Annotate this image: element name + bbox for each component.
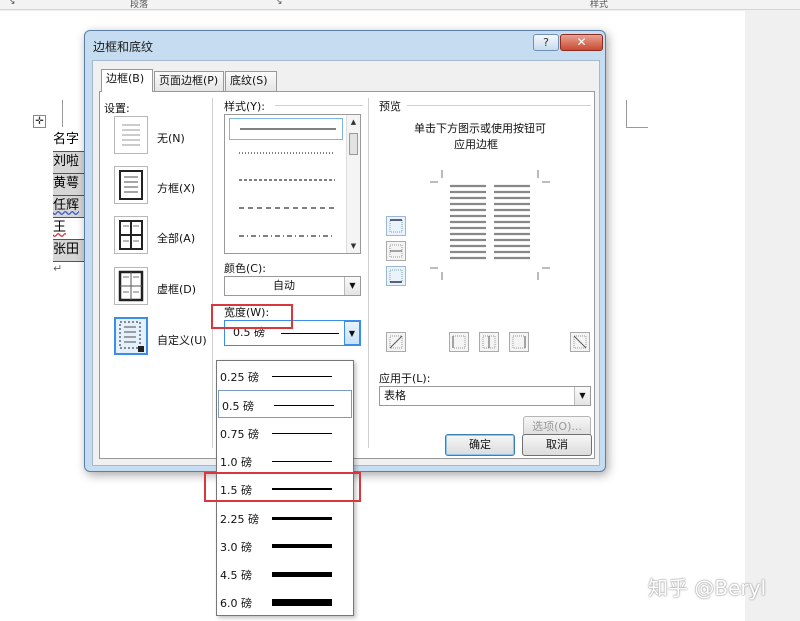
- line-style-dashed-fine[interactable]: [229, 170, 343, 192]
- width-option-line: [272, 516, 332, 520]
- dialog-title: 边框和底纹: [93, 40, 154, 54]
- paragraph-mark: ↵: [53, 262, 63, 275]
- bottom-border-icon[interactable]: [386, 266, 406, 286]
- tab-page-border[interactable]: 页面边框(P): [154, 71, 224, 91]
- table-move-handle-icon[interactable]: ✛: [33, 115, 46, 128]
- setting-grid-label[interactable]: 虚框(D): [157, 281, 196, 297]
- line-style-solid[interactable]: [229, 118, 343, 140]
- width-label-highlight: [211, 304, 293, 329]
- preview-label: 预览: [379, 100, 401, 113]
- tab-label: 底纹(S): [230, 74, 268, 87]
- chevron-down-icon[interactable]: ▼: [344, 321, 360, 345]
- border-preview-canvas[interactable]: [430, 170, 550, 280]
- diagonal-up-border-icon[interactable]: [386, 332, 406, 352]
- selected-width-highlight: [204, 472, 361, 502]
- width-option-label: 2.25 磅: [220, 512, 259, 526]
- border-grid-icon[interactable]: [114, 267, 148, 305]
- cancel-button[interactable]: 取消: [522, 434, 592, 456]
- right-border-icon[interactable]: [509, 332, 529, 352]
- width-option[interactable]: 1.0 磅: [217, 447, 353, 475]
- margin-corner-mark: [626, 100, 627, 127]
- line-style-dotted[interactable]: [229, 143, 343, 165]
- ribbon-group-bar: ↘ 段落 ↘ 样式: [0, 0, 800, 10]
- width-option-line: [274, 405, 334, 407]
- apply-to-value: 表格: [384, 389, 406, 402]
- ribbon-group-paragraph: 段落: [130, 0, 149, 10]
- top-border-icon[interactable]: [386, 216, 406, 236]
- margin-corner-mark: [62, 100, 63, 127]
- left-border-icon[interactable]: [449, 332, 469, 352]
- column-divider: [212, 98, 213, 448]
- width-option-label: 0.5 磅: [222, 400, 254, 414]
- width-option-line: [272, 572, 332, 578]
- column-divider: [368, 98, 369, 448]
- border-custom-icon[interactable]: [114, 317, 148, 355]
- style-rule: [275, 105, 363, 106]
- tab-label: 边框(B): [106, 72, 145, 85]
- tab-shading[interactable]: 底纹(S): [225, 71, 277, 91]
- width-option[interactable]: 0.75 磅: [217, 419, 353, 447]
- width-option-line: [272, 543, 332, 548]
- width-option-line: [272, 376, 332, 377]
- chevron-down-icon[interactable]: ▼: [574, 387, 590, 405]
- width-option-label: 0.25 磅: [220, 371, 259, 384]
- width-option[interactable]: 0.5 磅: [218, 390, 352, 419]
- tab-label: 页面边框(P): [159, 74, 219, 87]
- color-label: 颜色(C):: [224, 262, 266, 275]
- width-option-label: 6.0 磅: [220, 597, 252, 611]
- line-style-dash-dot[interactable]: [229, 226, 343, 248]
- screenshot-root: ↘ 段落 ↘ 样式 ✛ 名字 刘啦 黄萼 任辉 王 张田 ↵ 边框和底纹 ? ✕…: [0, 0, 800, 621]
- setting-custom-label[interactable]: 自定义(U): [157, 332, 207, 348]
- style-list-scrollbar[interactable]: ▲ ▼: [346, 115, 360, 253]
- border-all-icon[interactable]: [114, 216, 148, 254]
- preview-rule: [407, 105, 591, 106]
- width-option-label: 0.75 磅: [220, 427, 259, 441]
- width-option[interactable]: 3.0 磅: [217, 532, 353, 560]
- line-style-dashed[interactable]: [229, 198, 343, 220]
- margin-corner-mark: [626, 127, 648, 128]
- dialog-titlebar[interactable]: 边框和底纹 ? ✕: [85, 31, 605, 59]
- line-style-list[interactable]: ▲ ▼: [224, 114, 361, 254]
- dialog-launcher-icon[interactable]: ↘: [8, 0, 16, 7]
- color-value: 自动: [273, 279, 295, 292]
- width-option-label: 3.0 磅: [220, 540, 252, 554]
- width-option-label: 4.5 磅: [220, 569, 252, 583]
- tab-borders[interactable]: 边框(B): [101, 69, 153, 92]
- style-label: 样式(Y):: [224, 100, 266, 113]
- settings-label: 设置:: [104, 102, 130, 115]
- help-button[interactable]: ?: [533, 34, 559, 51]
- scroll-thumb[interactable]: [349, 133, 358, 155]
- apply-to-label: 应用于(L):: [379, 372, 431, 385]
- border-none-icon[interactable]: [114, 116, 148, 154]
- document-gutter: [745, 11, 800, 621]
- scroll-up-icon[interactable]: ▲: [347, 115, 360, 129]
- preview-hint-1: 单击下方图示或使用按钮可: [414, 122, 546, 135]
- setting-none-label[interactable]: 无(N): [157, 130, 185, 146]
- width-option[interactable]: 4.5 磅: [217, 560, 353, 588]
- close-button[interactable]: ✕: [560, 34, 603, 51]
- ribbon-group-styles: 样式: [590, 0, 609, 10]
- width-preview-line: [281, 333, 339, 334]
- width-option[interactable]: 6.0 磅: [217, 588, 353, 616]
- preview-hint-2: 应用边框: [454, 138, 498, 151]
- border-box-icon[interactable]: [114, 166, 148, 204]
- setting-all-label[interactable]: 全部(A): [157, 230, 195, 246]
- ok-button[interactable]: 确定: [445, 434, 515, 456]
- scroll-down-icon[interactable]: ▼: [347, 239, 360, 253]
- inside-vertical-border-icon[interactable]: [479, 332, 499, 352]
- inside-horizontal-border-icon[interactable]: [386, 241, 406, 261]
- diagonal-down-border-icon[interactable]: [570, 332, 590, 352]
- chevron-down-icon[interactable]: ▼: [344, 277, 360, 295]
- color-select[interactable]: 自动 ▼: [224, 276, 361, 296]
- apply-to-select[interactable]: 表格 ▼: [379, 386, 591, 406]
- width-option[interactable]: 0.25 磅: [217, 362, 353, 390]
- dialog-launcher-icon[interactable]: ↘: [275, 0, 283, 7]
- width-option-line: [272, 460, 332, 462]
- watermark-text: 知乎 @Beryl: [648, 576, 766, 600]
- setting-box-label[interactable]: 方框(X): [157, 180, 195, 196]
- width-option[interactable]: 2.25 磅: [217, 504, 353, 532]
- width-option-line: [272, 599, 332, 607]
- width-option-label: 1.0 磅: [220, 455, 252, 469]
- width-option-line: [272, 432, 332, 434]
